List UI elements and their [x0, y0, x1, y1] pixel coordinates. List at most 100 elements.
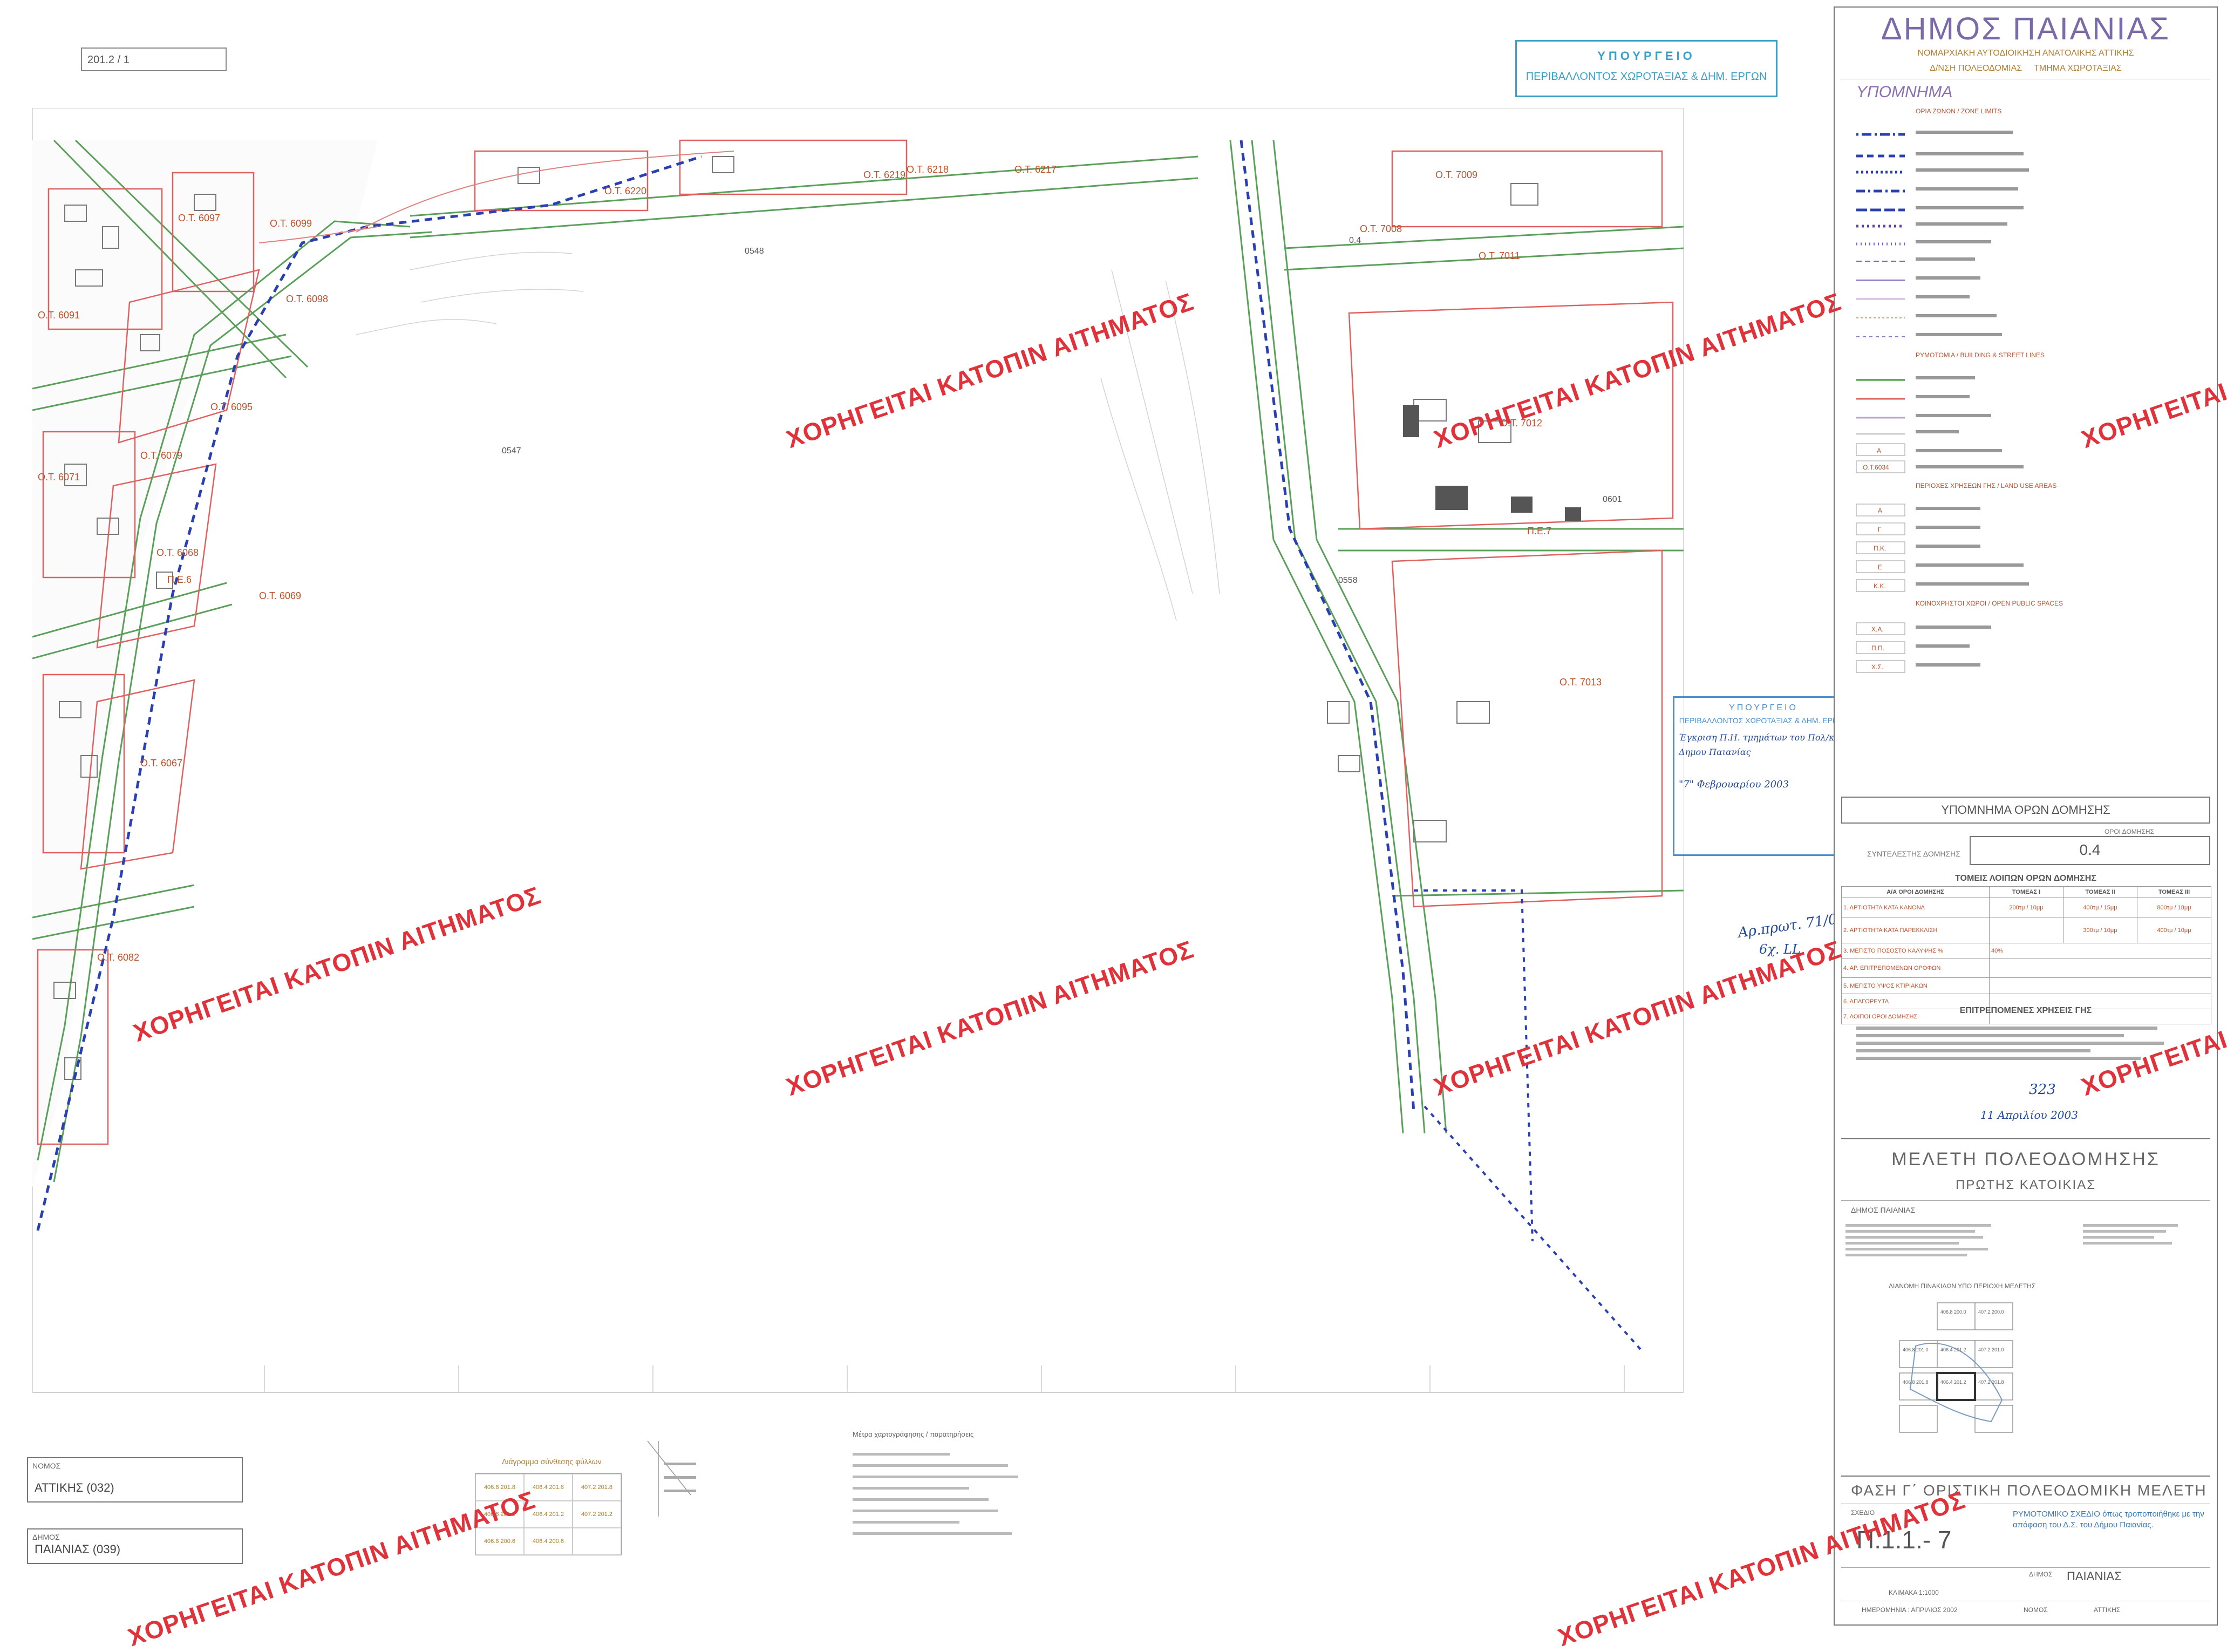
dimos-label: ΔΗΜΟΣ: [32, 1533, 60, 1541]
team-info-block: [1845, 1221, 2207, 1280]
table-cell: 300τμ / 10μμ: [2063, 917, 2137, 943]
block-label: Ο.Τ. 6071: [38, 472, 80, 482]
block-label: Ο.Τ. 6218: [907, 164, 949, 175]
date-text: ΗΜΕΡΟΜΗΝΙΑ : ΑΠΡΙΛΙΟΣ 2002: [1862, 1606, 1958, 1614]
approval-hand-1: Έγκριση Π.Η. τμημάτων του Πολ/κού: [1679, 732, 1845, 743]
index-cell: 407.2 201.8: [1978, 1379, 2004, 1385]
legend-code: Ε: [1878, 563, 1882, 571]
code-labels: 0548 0547 0558 0601 0.4: [502, 236, 1622, 585]
legend-zone-limits: ΟΡΙΑ ΖΩΝΩΝ / ZONE LIMITS: [1916, 107, 2001, 115]
ministry-stamp-top: ΥΠΟΥΡΓΕΙΟ ΠΕΡΙΒΑΛΛΟΝΤΟΣ ΧΩΡΟΤΑΞΙΑΣ & ΔΗΜ…: [1515, 40, 1777, 97]
approval-hand-3: "7" Φεβρουαρίου 2003: [1679, 779, 1789, 790]
legend-open-spaces: ΚΟΙΝΟΧΡΗΣΤΟΙ ΧΩΡΟΙ / OPEN PUBLIC SPACES: [1916, 600, 2063, 607]
building-terms-table: Α/Α ΟΡΟΙ ΔΟΜΗΣΗΣ ΤΟΜΕΑΣ Ι ΤΟΜΕΑΣ ΙΙ ΤΟΜΕ…: [1841, 886, 2211, 1024]
block-label: Ο.Τ. 6219: [863, 169, 905, 180]
demos-label: ΔΗΜΟΣ: [2029, 1571, 2053, 1578]
coefficient-label: ΣΥΝΤΕΛΕΣΤΗΣ ΔΟΜΗΣΗΣ: [1867, 849, 1960, 858]
block-label: Ο.Τ. 6095: [210, 402, 253, 412]
block-label: Ο.Τ. 6067: [140, 758, 182, 769]
ministry-stamp-line1: ΥΠΟΥΡΓΕΙΟ: [1597, 49, 1695, 63]
code-label: 0558: [1338, 576, 1358, 585]
building-terms-sub: ΟΡΟΙ ΔΟΜΗΣΗΣ: [2105, 828, 2154, 835]
code-label: 0.4: [1349, 236, 1361, 245]
watermark: ΧΟΡΗΓΕΙΤΑΙ ΚΑΤΟΠΙΝ ΑΙΤΗΜΑΤΟΣ: [124, 1485, 539, 1652]
land-use-title: ΕΠΙΤΡΕΠΟΜΕΝΕΣ ΧΡΗΣΕΙΣ ΓΗΣ: [1959, 1006, 2092, 1015]
table-cell: [1989, 917, 2063, 943]
table-cell: 40%: [1989, 943, 2211, 958]
index-cell: 407.2 200.0: [1978, 1309, 2004, 1315]
block-label: Ο.Τ. 6082: [97, 952, 139, 963]
block-label: Ο.Τ. 6099: [270, 218, 312, 229]
table-row: 3. ΜΕΓΙΣΤΟ ΠΟΣΟΣΤΟ ΚΑΛΥΨΗΣ % 40%: [1841, 943, 2211, 958]
table-cell: 4. ΑΡ. ΕΠΙΤΡΕΠΟΜΕΝΩΝ ΟΡΟΦΩΝ: [1841, 958, 1990, 978]
block-label: Ο.Τ. 7008: [1360, 223, 1402, 234]
legend-code: Π.Π.: [1871, 644, 1884, 652]
other-terms-title: ΤΟΜΕΙΣ ΛΟΙΠΩΝ ΟΡΩΝ ΔΟΜΗΣΗΣ: [1955, 874, 2096, 883]
block-label: Ο.Τ. 6069: [259, 590, 301, 601]
index-cell: 406.4 201.2: [1940, 1379, 1966, 1385]
study-subtitle: ΠΡΩΤΗΣ ΚΑΤΟΙΚΙΑΣ: [1955, 1178, 2096, 1192]
nomos-legend-label: ΝΟΜΟΣ: [2024, 1606, 2048, 1614]
legend-code: Κ.Κ.: [1874, 582, 1886, 590]
table-row: 4. ΑΡ. ΕΠΙΤΡΕΠΟΜΕΝΩΝ ΟΡΟΦΩΝ: [1841, 958, 2211, 978]
sheet-ref-box: 201.2 / 1: [81, 47, 227, 71]
building-terms-title-box: ΥΠΟΜΝΗΜΑ ΟΡΩΝ ΔΟΜΗΣΗΣ: [1841, 797, 2210, 824]
legend-land-use: ΠΕΡΙΟΧΕΣ ΧΡΗΣΕΩΝ ΓΗΣ / LAND USE AREAS: [1916, 482, 2056, 490]
legend-building-lines: ΡΥΜΟΤΟΜΙΑ / BUILDING & STREET LINES: [1916, 351, 2045, 359]
table-cell: 200τμ / 10μμ: [1989, 898, 2063, 917]
block-label: Ο.Τ. 6098: [286, 294, 328, 304]
phase-title: ΦΑΣΗ Γ΄ ΟΡΙΣΤΙΚΗ ΠΟΛΕΟΔΟΜΙΚΗ ΜΕΛΕΤΗ: [1851, 1482, 2207, 1499]
north-arrow: [647, 1440, 696, 1517]
table-cell: 3. ΜΕΓΙΣΤΟ ΠΟΣΟΣΤΟ ΚΑΛΥΨΗΣ %: [1841, 943, 1990, 958]
coefficient-value: 0.4: [2079, 841, 2101, 858]
demos-value: ΠΑΙΑΝΙΑΣ: [2067, 1569, 2122, 1583]
study-municipality: ΔΗΜΟΣ ΠΑΙΑΝΙΑΣ: [1851, 1206, 1916, 1214]
legend-dept: Δ/ΝΣΗ ΠΟΛΕΟΔΟΜΙΑΣ ΤΜΗΜΑ ΧΩΡΟΤΑΞΙΑΣ: [1930, 64, 2122, 73]
index-cell: 406.8 201.0: [1903, 1347, 1929, 1352]
map-canvas: Ο.Τ. 6097 Ο.Τ. 6099 Ο.Τ. 6098 Ο.Τ. 6091 …: [32, 108, 1684, 1393]
approval-number-hand: 323: [2029, 1082, 2056, 1098]
ministry-stamp-approval: ΥΠΟΥΡΓΕΙΟ ΠΕΡΙΒΑΛΛΟΝΤΟΣ ΧΩΡΟΤΑΞΙΑΣ & ΔΗΜ…: [1673, 696, 1854, 856]
legend-code: Χ.Α.: [1871, 626, 1884, 633]
legend-code: Ο.Τ.6034: [1863, 464, 1889, 471]
legend-code: Χ.Σ.: [1871, 663, 1883, 671]
sheet-cell: 406.4 200.6: [524, 1528, 573, 1555]
nomos-value: ΑΤΤΙΚΗΣ (032): [35, 1481, 114, 1494]
table-cell: 400τμ / 10μμ: [2137, 917, 2211, 943]
sheet-cell: 407.2 201.8: [573, 1474, 621, 1501]
legend-code: Α: [1878, 507, 1882, 514]
table-cell: 5. ΜΕΓΙΣΤΟ ΥΨΟΣ ΚΤΙΡΙΑΚΩΝ: [1841, 977, 1990, 994]
building-terms-title: ΥΠΟΜΝΗΜΑ ΟΡΩΝ ΔΟΜΗΣΗΣ: [1941, 803, 2110, 817]
legend-code: Α: [1877, 447, 1881, 454]
block-label: Ο.Τ. 6068: [156, 547, 199, 558]
sheet-cell: 407.2 201.2: [573, 1501, 621, 1528]
table-header: ΤΟΜΕΑΣ ΙΙ: [2063, 886, 2137, 898]
ministry-stamp-line2: ΠΕΡΙΒΑΛΛΟΝΤΟΣ ΧΩΡΟΤΑΞΙΑΣ & ΔΗΜ. ΕΡΓΩΝ: [1525, 71, 1767, 83]
index-cell: 406.8 200.0: [1940, 1309, 1966, 1315]
table-header: ΤΟΜΕΑΣ Ι: [1989, 886, 2063, 898]
block-label: Ο.Τ. 6217: [1014, 164, 1057, 175]
block-label: Ο.Τ. 6079: [140, 450, 182, 461]
legend-symbols: ΟΡΙΑ ΖΩΝΩΝ / ZONE LIMITS ΡΥΜΟΤΟΜΙΑ / BUI…: [1856, 107, 2063, 673]
legend-subtitle: ΝΟΜΑΡΧΙΑΚΗ ΑΥΤΟΔΙΟΙΚΗΣΗ ΑΝΑΤΟΛΙΚΗΣ ΑΤΤΙΚ…: [1917, 49, 2134, 58]
dimos-value: ΠΑΙΑΝΙΑΣ (039): [35, 1542, 121, 1556]
approval-stamp-line1: ΥΠΟΥΡΓΕΙΟ: [1729, 703, 1798, 712]
block-label: Ο.Τ. 7011: [1479, 250, 1520, 261]
legend-panel: ΔΗΜΟΣ ΠΑΙΑΝΙΑΣ ΝΟΜΑΡΧΙΑΚΗ ΑΥΤΟΔΙΟΙΚΗΣΗ Α…: [1834, 6, 2218, 1626]
block-label: Ο.Τ. 7013: [1559, 677, 1602, 688]
index-cell: 407.2 201.0: [1978, 1347, 2004, 1352]
sheet-index-map: 406.8 200.0 407.2 200.0 406.8 201.0 406.…: [1899, 1302, 2013, 1433]
table-row: 1. ΑΡΤΙΟΤΗΤΑ ΚΑΤΑ ΚΑΝΟΝΑ 200τμ / 10μμ 40…: [1841, 898, 2211, 917]
table-cell: 1. ΑΡΤΙΟΤΗΤΑ ΚΑΤΑ ΚΑΝΟΝΑ: [1841, 898, 1990, 917]
nomos-legend-value: ΑΤΤΙΚΗΣ: [2094, 1606, 2121, 1614]
table-header: Α/Α ΟΡΟΙ ΔΟΜΗΣΗΣ: [1841, 886, 1990, 898]
left-urban-area: [32, 139, 1198, 1231]
block-label: Π.Ε.7: [1527, 526, 1551, 536]
table-header-row: Α/Α ΟΡΟΙ ΔΟΜΗΣΗΣ ΤΟΜΕΑΣ Ι ΤΟΜΕΑΣ ΙΙ ΤΟΜΕ…: [1841, 886, 2211, 898]
right-road-corridor: [1100, 140, 1684, 1350]
code-label: 0601: [1603, 495, 1622, 504]
code-label: 0547: [502, 446, 521, 456]
table-row: 5. ΜΕΓΙΣΤΟ ΥΨΟΣ ΚΤΙΡΙΑΚΩΝ: [1841, 977, 2211, 994]
code-label: 0548: [745, 247, 764, 256]
approval-date-hand: 11 Απριλίου 2003: [1980, 1109, 2078, 1121]
